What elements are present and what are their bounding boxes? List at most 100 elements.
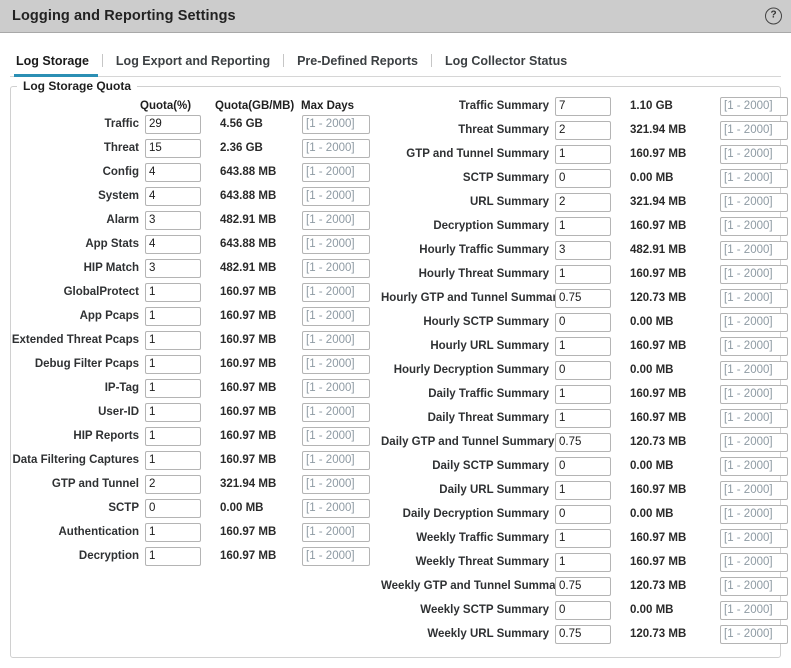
max-days-input[interactable] bbox=[302, 474, 370, 494]
help-circle-icon[interactable]: ? bbox=[765, 7, 782, 25]
quota-size-value: 160.97 MB bbox=[630, 148, 687, 160]
max-days-input[interactable] bbox=[720, 384, 788, 404]
max-days-input[interactable] bbox=[302, 210, 370, 230]
quota-percent-input[interactable] bbox=[555, 624, 611, 644]
quota-percent-input[interactable] bbox=[145, 498, 201, 518]
quota-percent-input[interactable] bbox=[555, 264, 611, 284]
max-days-input[interactable] bbox=[720, 336, 788, 356]
max-days-input[interactable] bbox=[302, 282, 370, 302]
max-days-input[interactable] bbox=[720, 576, 788, 596]
quota-percent-cell bbox=[555, 504, 617, 524]
quota-percent-input[interactable] bbox=[145, 402, 201, 422]
quota-percent-input[interactable] bbox=[555, 96, 611, 116]
quota-percent-input[interactable] bbox=[555, 408, 611, 428]
max-days-input[interactable] bbox=[720, 432, 788, 452]
max-days-input[interactable] bbox=[720, 408, 788, 428]
max-days-input[interactable] bbox=[720, 168, 788, 188]
quota-percent-input[interactable] bbox=[555, 432, 611, 452]
tab-log-storage[interactable]: Log Storage bbox=[10, 54, 102, 77]
max-days-input[interactable] bbox=[720, 240, 788, 260]
quota-percent-input[interactable] bbox=[145, 450, 201, 470]
quota-percent-input[interactable] bbox=[145, 210, 201, 230]
max-days-input[interactable] bbox=[302, 258, 370, 278]
quota-percent-input[interactable] bbox=[555, 336, 611, 356]
quota-percent-input[interactable] bbox=[145, 546, 201, 566]
max-days-input[interactable] bbox=[302, 114, 370, 134]
quota-percent-input[interactable] bbox=[555, 192, 611, 212]
quota-percent-input[interactable] bbox=[555, 120, 611, 140]
quota-percent-input[interactable] bbox=[145, 426, 201, 446]
max-days-input[interactable] bbox=[302, 138, 370, 158]
quota-percent-input[interactable] bbox=[145, 474, 201, 494]
max-days-input[interactable] bbox=[720, 264, 788, 284]
quota-row: Daily SCTP Summary 0.00 MB bbox=[381, 454, 791, 478]
max-days-input[interactable] bbox=[720, 144, 788, 164]
quota-percent-input[interactable] bbox=[145, 306, 201, 326]
quota-percent-input[interactable] bbox=[555, 168, 611, 188]
quota-percent-input[interactable] bbox=[145, 258, 201, 278]
tab-pre-defined-reports[interactable]: Pre-Defined Reports bbox=[284, 54, 431, 76]
quota-row: HIP Reports 160.97 MB bbox=[11, 424, 381, 448]
max-days-input[interactable] bbox=[720, 600, 788, 620]
quota-percent-input[interactable] bbox=[555, 312, 611, 332]
max-days-input[interactable] bbox=[720, 192, 788, 212]
max-days-input[interactable] bbox=[302, 546, 370, 566]
max-days-input[interactable] bbox=[720, 312, 788, 332]
quota-percent-input[interactable] bbox=[555, 384, 611, 404]
max-days-input[interactable] bbox=[720, 96, 788, 116]
max-days-input[interactable] bbox=[720, 624, 788, 644]
max-days-input[interactable] bbox=[720, 480, 788, 500]
quota-percent-input[interactable] bbox=[555, 552, 611, 572]
quota-percent-input[interactable] bbox=[145, 138, 201, 158]
quota-percent-input[interactable] bbox=[555, 144, 611, 164]
quota-percent-input[interactable] bbox=[555, 216, 611, 236]
tab-log-export-and-reporting[interactable]: Log Export and Reporting bbox=[103, 54, 283, 76]
quota-percent-input[interactable] bbox=[555, 504, 611, 524]
quota-percent-cell bbox=[555, 360, 617, 380]
quota-row-label: Traffic Summary bbox=[458, 100, 549, 112]
quota-percent-input[interactable] bbox=[145, 378, 201, 398]
quota-percent-input[interactable] bbox=[145, 354, 201, 374]
quota-percent-input[interactable] bbox=[555, 600, 611, 620]
max-days-input[interactable] bbox=[302, 378, 370, 398]
quota-percent-input[interactable] bbox=[555, 456, 611, 476]
max-days-input[interactable] bbox=[302, 498, 370, 518]
quota-percent-input[interactable] bbox=[145, 234, 201, 254]
quota-percent-input[interactable] bbox=[145, 282, 201, 302]
max-days-input[interactable] bbox=[720, 120, 788, 140]
max-days-input[interactable] bbox=[720, 360, 788, 380]
max-days-input[interactable] bbox=[720, 456, 788, 476]
max-days-input[interactable] bbox=[302, 402, 370, 422]
max-days-input[interactable] bbox=[302, 162, 370, 182]
quota-percent-input[interactable] bbox=[555, 288, 611, 308]
quota-row: App Pcaps 160.97 MB bbox=[11, 304, 381, 328]
quota-percent-input[interactable] bbox=[145, 162, 201, 182]
max-days-input[interactable] bbox=[720, 288, 788, 308]
quota-percent-input[interactable] bbox=[555, 528, 611, 548]
quota-percent-input[interactable] bbox=[555, 576, 611, 596]
max-days-input[interactable] bbox=[302, 450, 370, 470]
quota-row-label: Weekly Traffic Summary bbox=[416, 532, 549, 544]
max-days-input[interactable] bbox=[720, 552, 788, 572]
quota-percent-input[interactable] bbox=[555, 360, 611, 380]
quota-percent-input[interactable] bbox=[145, 522, 201, 542]
quota-percent-input[interactable] bbox=[555, 240, 611, 260]
max-days-input[interactable] bbox=[302, 522, 370, 542]
quota-percent-input[interactable] bbox=[555, 480, 611, 500]
quota-row-label: Daily Threat Summary bbox=[427, 412, 549, 424]
max-days-input[interactable] bbox=[302, 426, 370, 446]
max-days-input[interactable] bbox=[302, 234, 370, 254]
quota-percent-input[interactable] bbox=[145, 330, 201, 350]
max-days-input[interactable] bbox=[302, 306, 370, 326]
quota-size-value: 160.97 MB bbox=[220, 310, 277, 322]
tab-log-collector-status[interactable]: Log Collector Status bbox=[432, 54, 580, 76]
quota-percent-input[interactable] bbox=[145, 186, 201, 206]
max-days-input[interactable] bbox=[720, 504, 788, 524]
quota-percent-input[interactable] bbox=[145, 114, 201, 134]
max-days-input[interactable] bbox=[720, 216, 788, 236]
max-days-input[interactable] bbox=[302, 186, 370, 206]
max-days-input[interactable] bbox=[302, 330, 370, 350]
max-days-input[interactable] bbox=[302, 354, 370, 374]
quota-percent-cell bbox=[145, 114, 207, 134]
max-days-input[interactable] bbox=[720, 528, 788, 548]
